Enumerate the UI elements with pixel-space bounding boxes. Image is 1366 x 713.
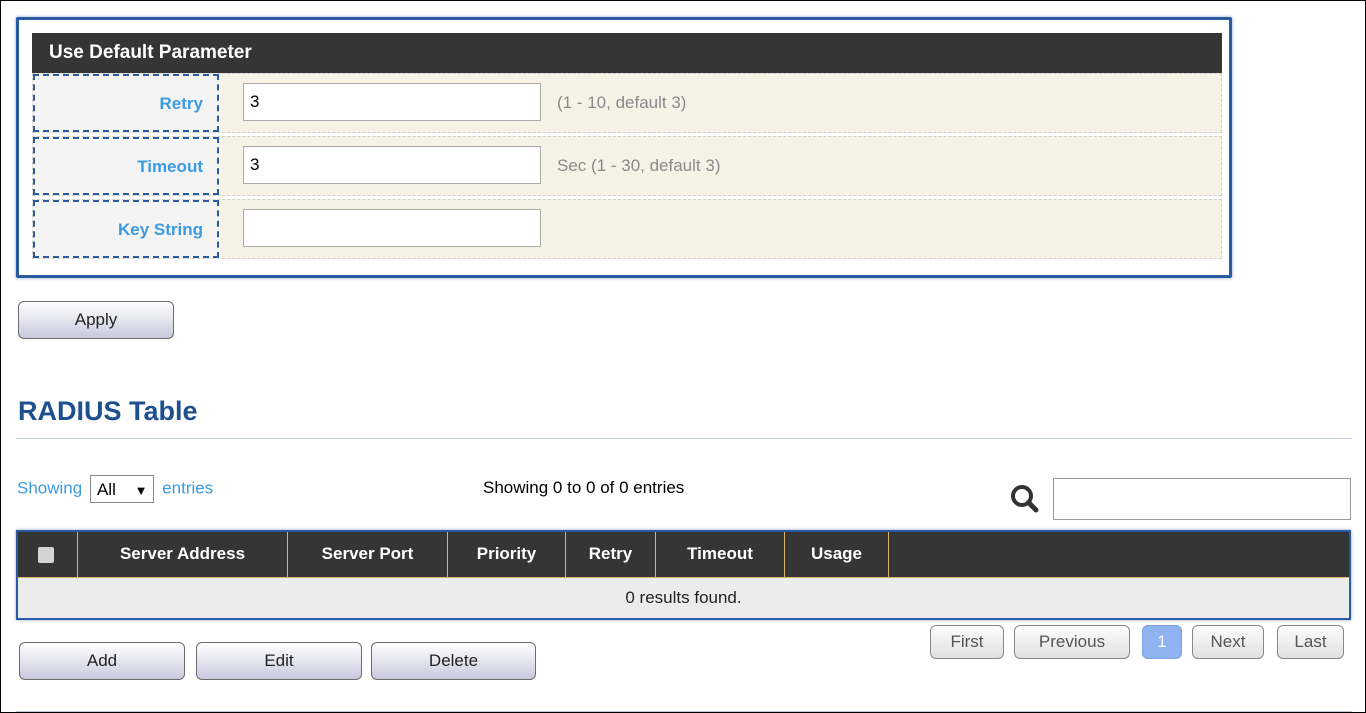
showing-prefix: Showing <box>17 478 83 498</box>
col-server-port[interactable]: Server Port <box>288 532 448 577</box>
pagination-next[interactable]: Next <box>1192 625 1264 659</box>
timeout-label: Timeout <box>33 137 219 195</box>
default-parameter-panel: Use Default Parameter Retry (1 - 10, def… <box>16 17 1232 278</box>
pagination-previous[interactable]: Previous <box>1014 625 1130 659</box>
col-usage[interactable]: Usage <box>785 532 889 577</box>
retry-label: Retry <box>33 74 219 132</box>
timeout-input[interactable] <box>243 146 541 184</box>
radius-table-title: RADIUS Table <box>18 396 198 426</box>
panel-title: Use Default Parameter <box>32 33 1222 73</box>
retry-row: Retry (1 - 10, default 3) <box>32 73 1222 133</box>
radius-table: Server Address Server Port Priority Retr… <box>16 530 1351 620</box>
pagination-page-1[interactable]: 1 <box>1142 625 1182 659</box>
apply-button[interactable]: Apply <box>18 301 174 339</box>
showing-suffix: entries <box>162 478 214 498</box>
col-priority[interactable]: Priority <box>448 532 566 577</box>
col-server-address[interactable]: Server Address <box>78 532 288 577</box>
entries-select-value: All <box>96 480 116 499</box>
timeout-hint: Sec (1 - 30, default 3) <box>557 156 721 175</box>
table-header: Server Address Server Port Priority Retr… <box>18 532 1349 578</box>
edit-button[interactable]: Edit <box>196 642 362 680</box>
select-all-cell <box>18 532 78 577</box>
col-retry[interactable]: Retry <box>566 532 656 577</box>
bottom-divider <box>16 711 1352 712</box>
retry-hint: (1 - 10, default 3) <box>557 93 687 112</box>
entries-select[interactable]: All ▼ <box>89 475 155 503</box>
retry-input[interactable] <box>243 83 541 121</box>
pagination-first[interactable]: First <box>930 625 1004 659</box>
key-string-row: Key String <box>32 199 1222 259</box>
timeout-row: Timeout Sec (1 - 30, default 3) <box>32 136 1222 196</box>
col-timeout[interactable]: Timeout <box>656 532 785 577</box>
add-button[interactable]: Add <box>19 642 185 680</box>
key-string-label: Key String <box>33 200 219 258</box>
key-string-input[interactable] <box>243 209 541 247</box>
section-divider <box>16 438 1352 439</box>
triangle-down-icon: ▼ <box>134 483 148 498</box>
delete-button[interactable]: Delete <box>371 642 536 680</box>
empty-table-row: 0 results found. <box>18 578 1349 618</box>
search-input[interactable] <box>1053 478 1351 520</box>
entries-length-control: Showing All ▼ entries <box>17 475 213 503</box>
table-info: Showing 0 to 0 of 0 entries <box>483 478 685 497</box>
pagination-last[interactable]: Last <box>1277 625 1344 659</box>
search-icon <box>1011 485 1039 513</box>
select-all-checkbox[interactable] <box>38 547 54 563</box>
